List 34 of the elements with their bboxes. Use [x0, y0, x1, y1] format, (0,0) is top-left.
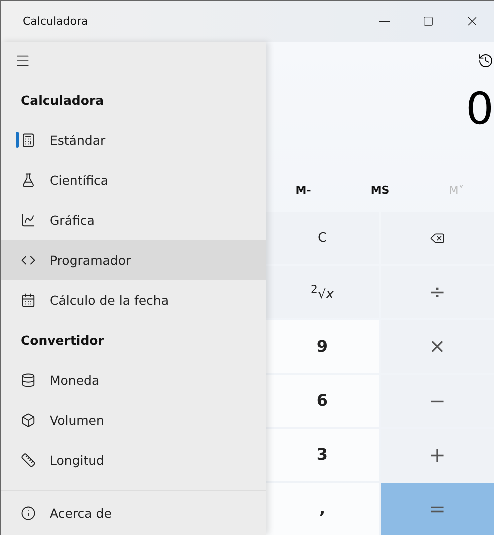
- memory-button[interactable]: MS: [362, 180, 398, 200]
- section-heading: Calculadora: [20, 92, 106, 110]
- display-value: 0: [465, 82, 494, 136]
- calculator-key[interactable]: C: [266, 212, 379, 264]
- calendar-icon: [21, 292, 36, 308]
- coin-stack-icon: [21, 372, 36, 388]
- nav-item[interactable]: Cálculo de la fecha: [1, 280, 266, 320]
- calculator-icon: [21, 132, 36, 148]
- nav-item[interactable]: Programador: [1, 240, 266, 280]
- nav-item[interactable]: Volumen: [1, 400, 266, 440]
- maximize-icon: [422, 16, 434, 27]
- backspace-icon: [430, 230, 445, 246]
- memory-button[interactable]: M-: [288, 180, 320, 200]
- calculator-key[interactable]: 3: [266, 428, 379, 481]
- nav-item[interactable]: Estándar: [1, 120, 266, 160]
- flask-icon: [21, 172, 36, 188]
- nav-item[interactable]: Longitud: [1, 440, 266, 480]
- nav-item[interactable]: Moneda: [1, 360, 266, 400]
- section-heading: Convertidor: [20, 332, 106, 350]
- history-icon[interactable]: [478, 53, 494, 69]
- calculator-key[interactable]: 9: [266, 320, 379, 372]
- cube-icon: [21, 412, 36, 428]
- calculator-key[interactable]: 6: [266, 374, 379, 427]
- backspace-button[interactable]: [381, 212, 494, 264]
- nav-item[interactable]: Gráfica: [1, 200, 266, 240]
- ruler-icon: [21, 452, 36, 468]
- nav-item[interactable]: Científica: [1, 160, 266, 200]
- window-title: Calculadora: [22, 15, 90, 28]
- calculator-key[interactable]: =: [381, 482, 494, 535]
- minimize-icon: [378, 21, 390, 22]
- info-icon: [21, 506, 36, 520]
- menu-icon: [15, 53, 31, 69]
- graph-icon: [21, 212, 36, 228]
- calculator-key[interactable]: ,: [266, 482, 379, 535]
